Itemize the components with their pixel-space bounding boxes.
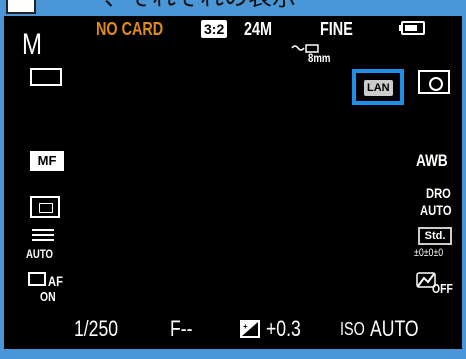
battery-icon xyxy=(399,21,425,35)
shutter-speed: 1/250 xyxy=(74,316,119,341)
steady-shot-icon xyxy=(290,40,320,53)
lan-badge: LAN xyxy=(364,80,393,96)
camera-monitor: 〜〜、それぞれの表示 M NO CARD 3:2 24M FINE 8mm LA… xyxy=(0,0,466,359)
dro-label: DRO xyxy=(426,185,451,201)
focal-length: 8mm xyxy=(308,51,331,65)
lan-indicator: LAN xyxy=(352,69,404,105)
iso-value: AUTO xyxy=(370,316,419,341)
creative-style-badge[interactable]: Std. xyxy=(418,227,452,245)
metering-mode-icon[interactable] xyxy=(418,70,450,94)
aspect-ratio-label: 3:2 xyxy=(204,21,225,37)
focus-area-icon[interactable] xyxy=(30,196,60,218)
creative-style-adjust: ±0±0±0 xyxy=(414,247,444,259)
lan-label: LAN xyxy=(367,82,390,94)
face-af-icon[interactable] xyxy=(28,272,46,286)
no-card-warning: NO CARD xyxy=(96,19,164,39)
face-registration-value: AUTO xyxy=(26,247,54,261)
aperture: F-- xyxy=(170,316,193,341)
face-af-label: AF xyxy=(48,273,63,289)
live-view-screen: M NO CARD 3:2 24M FINE 8mm LAN MF AWB DR… xyxy=(4,16,462,349)
face-registration-icon[interactable] xyxy=(32,229,54,243)
drive-mode-icon[interactable] xyxy=(30,68,62,86)
dro-value: AUTO xyxy=(420,202,452,218)
shooting-mode: M xyxy=(22,28,42,61)
top-banner-text: 〜〜、それぞれの表示 xyxy=(56,0,296,10)
menu-tab-icon[interactable] xyxy=(6,0,36,14)
battery-level xyxy=(405,25,417,31)
focus-mode-label: MF xyxy=(37,153,57,168)
face-af-value: ON xyxy=(40,289,56,304)
iso-label: ISO xyxy=(340,319,365,339)
picture-effect-value: OFF xyxy=(432,281,453,296)
focus-mode-badge[interactable]: MF xyxy=(30,151,64,171)
exposure-comp-value: +0.3 xyxy=(266,316,301,341)
exposure-comp-icon: + xyxy=(240,320,260,338)
creative-style-label: Std. xyxy=(424,230,446,242)
white-balance: AWB xyxy=(416,151,448,170)
image-size: 24M xyxy=(244,19,273,39)
quality: FINE xyxy=(320,19,353,39)
svg-text:+: + xyxy=(243,322,248,331)
aspect-ratio-badge: 3:2 xyxy=(201,20,228,38)
top-banner: 〜〜、それぞれの表示 xyxy=(0,0,466,16)
